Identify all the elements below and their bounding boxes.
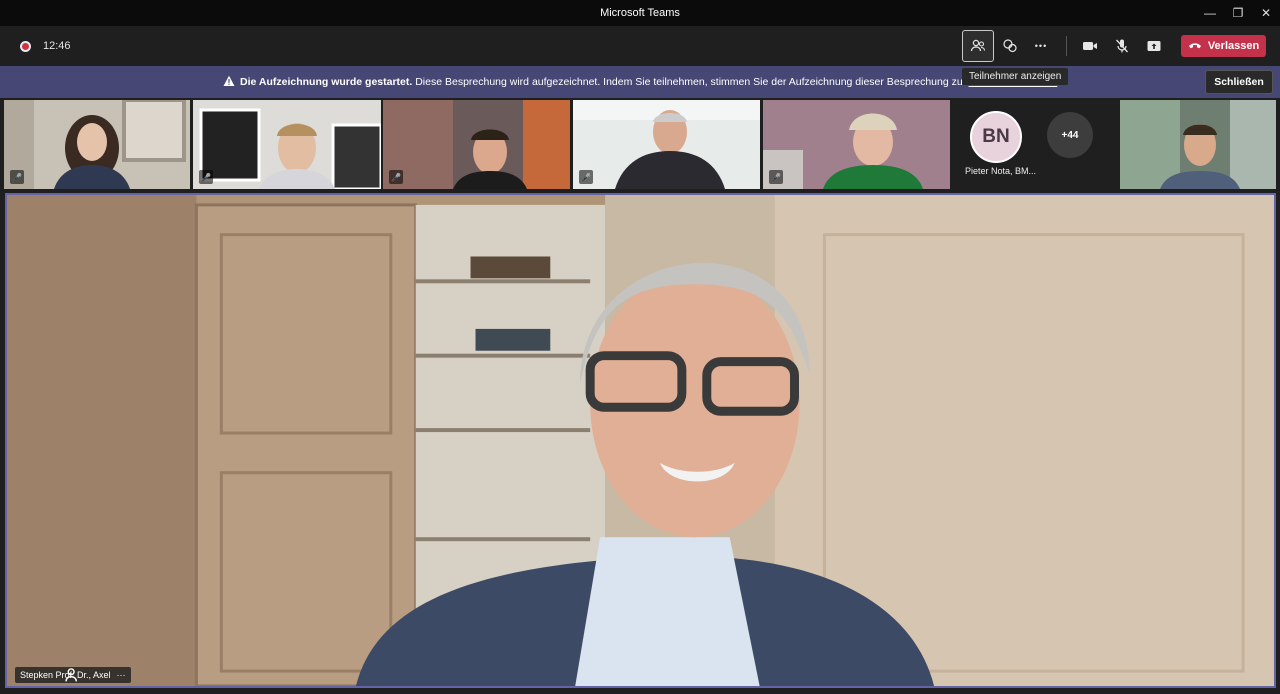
participant-video-frame [193,100,381,189]
participant-avatar-tile[interactable]: BN Pieter Nota, BM... +44 [952,100,1118,189]
close-banner-button[interactable]: Schließen [1205,70,1273,94]
window-title: Microsoft Teams [600,7,680,19]
recording-banner: Die Aufzeichnung wurde gestartet. Diese … [0,66,1280,98]
mic-off-icon [1116,39,1128,53]
recording-message: Die Aufzeichnung wurde gestartet. Diese … [240,76,1057,88]
recording-title: Die Aufzeichnung wurde gestartet. [240,76,413,88]
participant-video-2[interactable]: 🎤 [193,100,381,189]
mute-button[interactable] [1106,30,1138,62]
main-speaker-video[interactable]: Stepken Prof. Dr., Axel ··· [5,193,1276,688]
participant-name: Pieter Nota, BM... [965,166,1037,176]
more-icon: ••• [1034,41,1048,51]
chat-button[interactable] [994,30,1026,62]
leave-button[interactable]: Verlassen [1181,35,1266,57]
recording-icon [20,41,31,52]
hangup-icon [1188,43,1201,49]
muted-icon: 🎤 [10,170,24,184]
muted-icon: 🎤 [769,170,783,184]
warning-icon [223,75,235,86]
minimize-icon[interactable]: — [1196,0,1224,26]
leave-label: Verlassen [1207,40,1260,52]
close-icon[interactable]: ✕ [1252,0,1280,26]
share-screen-icon [1147,41,1161,51]
participants-tooltip: Teilnehmer anzeigen [962,68,1069,85]
speaker-video-frame [7,195,1274,686]
participants-button[interactable] [962,30,994,62]
camera-icon [1083,42,1097,50]
camera-button[interactable] [1074,30,1106,62]
participant-video-frame [763,100,950,189]
more-participants-button[interactable]: +44 [1047,112,1093,158]
participant-video-frame [4,100,190,189]
participant-video-5[interactable]: 🎤 [763,100,950,189]
muted-icon: 🎤 [199,170,213,184]
avatar: BN [970,111,1022,163]
meeting-timer: 12:46 [43,40,71,52]
toolbar-divider [1066,36,1067,56]
participant-video-1[interactable]: 🎤 [4,100,190,189]
muted-icon: 🎤 [579,170,593,184]
speaker-people-icon [65,668,78,682]
more-actions-button[interactable]: ••• [1025,30,1057,62]
muted-icon: 🎤 [389,170,403,184]
recording-text: Diese Besprechung wird aufgezeichnet. In… [412,76,969,88]
restore-icon[interactable]: ❐ [1224,0,1252,26]
window-titlebar: Microsoft Teams — ❐ ✕ [0,0,1280,26]
meeting-toolbar: 12:46 ••• Verlassen [0,26,1280,66]
speaker-name-tag: Stepken Prof. Dr., Axel ··· [15,667,131,683]
participant-video-3[interactable]: 🎤 [383,100,570,189]
people-icon [970,39,986,52]
participant-video-frame [1120,100,1276,189]
share-button[interactable] [1138,30,1170,62]
chat-icon [1003,39,1017,53]
participant-video-4[interactable]: 🎤 [573,100,760,189]
window-controls: — ❐ ✕ [1196,0,1280,26]
participant-video-frame [573,100,760,189]
participant-video-frame [383,100,570,189]
participant-video-6[interactable] [1120,100,1276,189]
